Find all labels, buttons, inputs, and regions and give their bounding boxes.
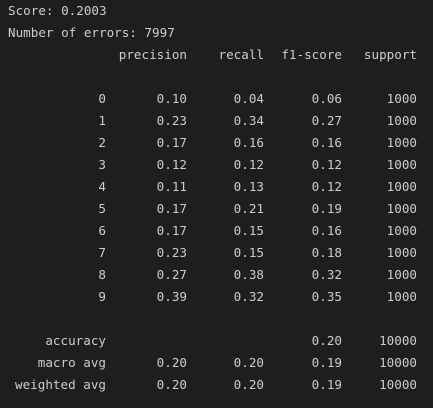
class-row: 1 0.23 0.34 0.27 1000 bbox=[0, 110, 433, 132]
row-label: 6 bbox=[98, 223, 106, 238]
f1-score-value: 0.16 bbox=[311, 135, 342, 150]
class-row: 4 0.11 0.13 0.12 1000 bbox=[0, 176, 433, 198]
support-value: 10000 bbox=[379, 333, 417, 348]
recall-value: 0.12 bbox=[233, 157, 264, 172]
precision-value: 0.10 bbox=[156, 91, 187, 106]
summary-row: accuracy 0.20 10000 bbox=[0, 330, 433, 352]
class-row: 3 0.12 0.12 0.12 1000 bbox=[0, 154, 433, 176]
support-value: 1000 bbox=[386, 267, 417, 282]
precision-value: 0.12 bbox=[156, 157, 187, 172]
f1-score-value: 0.16 bbox=[311, 223, 342, 238]
row-label: 7 bbox=[98, 245, 106, 260]
support-value: 1000 bbox=[386, 245, 417, 260]
f1-score-value: 0.12 bbox=[311, 179, 342, 194]
precision-value: 0.17 bbox=[156, 135, 187, 150]
class-row: 6 0.17 0.15 0.16 1000 bbox=[0, 220, 433, 242]
recall-value: 0.13 bbox=[233, 179, 264, 194]
row-label: 4 bbox=[98, 179, 106, 194]
class-row: 2 0.17 0.16 0.16 1000 bbox=[0, 132, 433, 154]
recall-value: 0.15 bbox=[233, 223, 264, 238]
score-line: Score: 0.2003 bbox=[8, 3, 107, 18]
precision-value: 0.17 bbox=[156, 201, 187, 216]
header-recall: recall bbox=[218, 47, 265, 62]
report-header: precision recall f1-score support bbox=[0, 44, 433, 66]
support-value: 1000 bbox=[386, 179, 417, 194]
row-label: weighted avg bbox=[15, 377, 106, 392]
row-label: 5 bbox=[98, 201, 106, 216]
support-value: 10000 bbox=[379, 355, 417, 370]
f1-score-value: 0.19 bbox=[311, 201, 342, 216]
support-value: 1000 bbox=[386, 157, 417, 172]
precision-value: 0.20 bbox=[156, 377, 187, 392]
errors-line: Number of errors: 7997 bbox=[8, 25, 175, 40]
recall-value: 0.20 bbox=[233, 355, 264, 370]
header-support: support bbox=[363, 47, 417, 62]
recall-value: 0.15 bbox=[233, 245, 264, 260]
precision-value: 0.23 bbox=[156, 245, 187, 260]
class-row: 9 0.39 0.32 0.35 1000 bbox=[0, 286, 433, 308]
class-row: 0 0.10 0.04 0.06 1000 bbox=[0, 88, 433, 110]
row-label: 0 bbox=[98, 91, 106, 106]
f1-score-value: 0.12 bbox=[311, 157, 342, 172]
recall-value: 0.34 bbox=[233, 113, 264, 128]
support-value: 1000 bbox=[386, 91, 417, 106]
f1-score-value: 0.32 bbox=[311, 267, 342, 282]
precision-value: 0.23 bbox=[156, 113, 187, 128]
output-panel: { "score_line": "Score: 0.2003", "errors… bbox=[0, 0, 433, 408]
f1-score-value: 0.19 bbox=[311, 377, 342, 392]
row-label: 3 bbox=[98, 157, 106, 172]
recall-value: 0.16 bbox=[233, 135, 264, 150]
precision-value: 0.20 bbox=[156, 355, 187, 370]
header-f1-score: f1-score bbox=[281, 47, 342, 62]
class-row: 7 0.23 0.15 0.18 1000 bbox=[0, 242, 433, 264]
support-value: 10000 bbox=[379, 377, 417, 392]
summary-row: weighted avg 0.20 0.20 0.19 10000 bbox=[0, 374, 433, 396]
recall-value: 0.21 bbox=[233, 201, 264, 216]
support-value: 1000 bbox=[386, 135, 417, 150]
recall-value: 0.04 bbox=[233, 91, 264, 106]
recall-value: 0.32 bbox=[233, 289, 264, 304]
row-label: 2 bbox=[98, 135, 106, 150]
f1-score-value: 0.20 bbox=[311, 333, 342, 348]
class-row: 5 0.17 0.21 0.19 1000 bbox=[0, 198, 433, 220]
recall-value: 0.38 bbox=[233, 267, 264, 282]
precision-value: 0.11 bbox=[156, 179, 187, 194]
class-row: 8 0.27 0.38 0.32 1000 bbox=[0, 264, 433, 286]
f1-score-value: 0.19 bbox=[311, 355, 342, 370]
precision-value: 0.39 bbox=[156, 289, 187, 304]
header-precision: precision bbox=[118, 47, 187, 62]
support-value: 1000 bbox=[386, 113, 417, 128]
precision-value: 0.27 bbox=[156, 267, 187, 282]
row-label: 1 bbox=[98, 113, 106, 128]
f1-score-value: 0.18 bbox=[311, 245, 342, 260]
f1-score-value: 0.06 bbox=[311, 91, 342, 106]
row-label: 9 bbox=[98, 289, 106, 304]
support-value: 1000 bbox=[386, 201, 417, 216]
f1-score-value: 0.27 bbox=[311, 113, 342, 128]
support-value: 1000 bbox=[386, 289, 417, 304]
support-value: 1000 bbox=[386, 223, 417, 238]
precision-value: 0.17 bbox=[156, 223, 187, 238]
recall-value: 0.20 bbox=[233, 377, 264, 392]
row-label: macro avg bbox=[37, 355, 106, 370]
row-label: accuracy bbox=[45, 333, 106, 348]
summary-row: macro avg 0.20 0.20 0.19 10000 bbox=[0, 352, 433, 374]
row-label: 8 bbox=[98, 267, 106, 282]
f1-score-value: 0.35 bbox=[311, 289, 342, 304]
